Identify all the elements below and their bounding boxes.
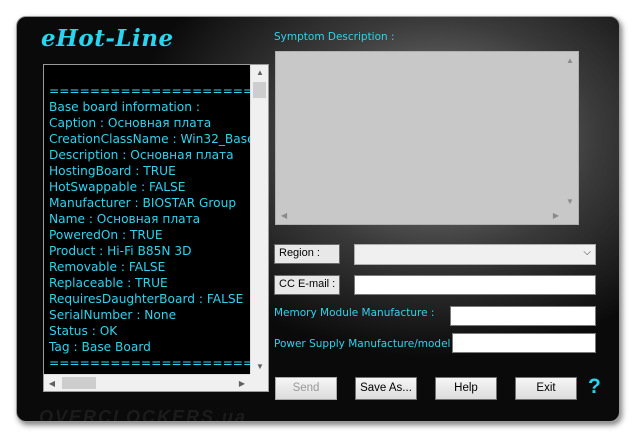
scroll-up-icon[interactable]: ▲ [251,65,269,81]
console-line: Name : Основная плата [49,212,201,226]
symptom-horizontal-scrollbar[interactable]: ◀ ▶ [276,208,564,224]
console-line: CreationClassName : Win32_BaseBoard [49,132,250,146]
exit-button[interactable]: Exit [515,377,577,400]
send-button[interactable]: Send [275,377,337,400]
console-line: Caption : Основная плата [49,116,212,130]
symptom-description-input[interactable]: ▲ ▼ ◀ ▶ [275,51,579,225]
console-line: Base board information : [49,100,200,114]
console-line: Product : Hi-Fi B85N 3D [49,244,192,258]
scroll-corner [250,374,268,391]
console-vertical-scrollbar[interactable]: ▲ ▼ [250,65,268,375]
watermark: OVERCLOCKERS.ua [39,407,248,422]
console-line: ======================= [49,84,250,98]
scroll-down-icon[interactable]: ▼ [251,359,269,375]
console-horizontal-scrollbar[interactable]: ◀ ▶ [44,374,250,391]
console-line: Removable : FALSE [49,260,166,274]
symptom-vertical-scrollbar[interactable]: ▲ ▼ [562,52,578,210]
power-supply-field[interactable] [452,333,596,353]
scroll-right-icon[interactable]: ▶ [234,375,250,392]
console-line: Status : OK [49,324,118,338]
console-line: Tag : Base Board [49,340,151,354]
console-line: ======================= [49,356,250,370]
console-line: HotSwappable : FALSE [49,180,186,194]
system-info-console[interactable]: ======================= Base board inform… [43,64,269,392]
chevron-down-icon[interactable]: ⌵ [583,247,591,258]
console-line: Manufacturer : BIOSTAR Group [49,196,237,210]
console-line: HostingBoard : TRUE [49,164,176,178]
scroll-thumb-horizontal[interactable] [62,377,96,389]
help-button[interactable]: Help [435,377,497,400]
memory-manufacture-label: Memory Module Manufacture : [274,307,435,319]
scroll-right-icon[interactable]: ▶ [553,211,559,220]
console-line: RequiresDaughterBoard : FALSE [49,292,244,306]
cc-email-label: CC E-mail : [274,275,340,295]
region-select[interactable]: ⌵ [354,244,596,265]
scroll-up-icon[interactable]: ▲ [566,56,574,65]
memory-manufacture-field[interactable] [450,306,596,326]
console-line: Description : Основная плата [49,148,234,162]
app-title: eHot-Line [41,25,174,52]
scroll-thumb[interactable] [253,82,266,98]
scroll-down-icon[interactable]: ▼ [566,197,574,206]
console-line: SerialNumber : None [49,308,177,322]
power-supply-label: Power Supply Manufacture/model : [274,338,458,350]
scroll-left-icon[interactable]: ◀ [44,375,60,392]
console-text: ======================= Base board inform… [44,65,250,375]
app-window: eHot-Line ======================= Base bo… [16,16,620,422]
symptom-description-label: Symptom Description : [274,31,395,43]
save-as-button[interactable]: Save As... [355,377,417,400]
console-line: Replaceable : TRUE [49,276,168,290]
scroll-left-icon[interactable]: ◀ [281,211,287,220]
console-line: PoweredOn : TRUE [49,228,163,242]
cc-email-field[interactable] [354,275,596,295]
region-label: Region : [274,244,340,264]
help-question-icon[interactable]: ? [588,375,601,399]
